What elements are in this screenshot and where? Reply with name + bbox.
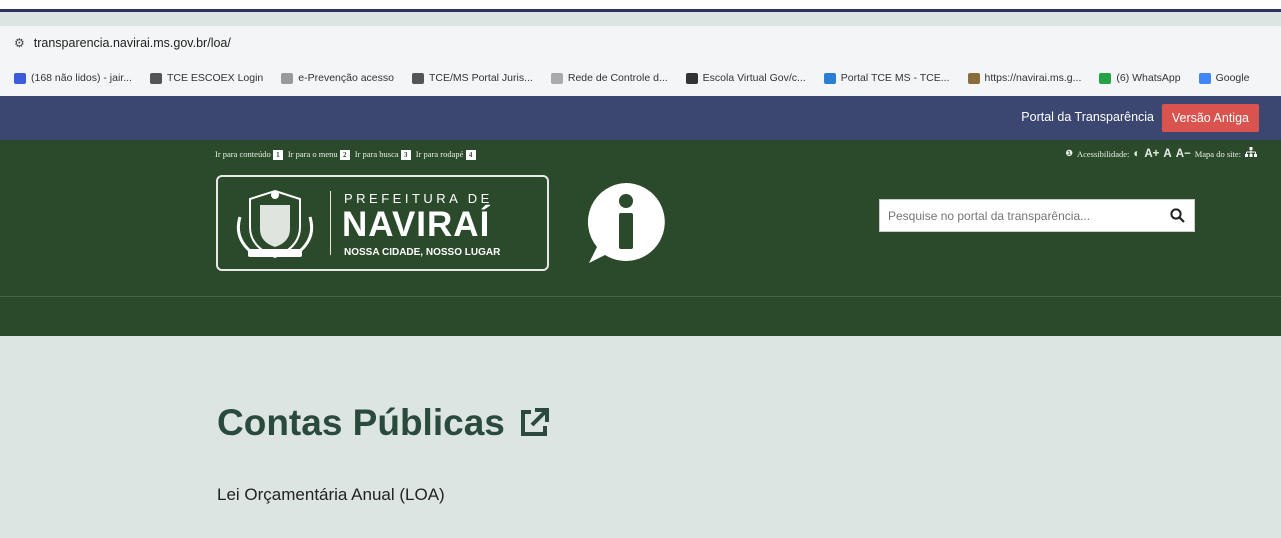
bookmark-item[interactable]: Google bbox=[1198, 72, 1250, 84]
bookmark-label: TCE/MS Portal Juris... bbox=[429, 72, 533, 84]
page-title-text: Contas Públicas bbox=[217, 402, 505, 443]
google-icon bbox=[1198, 72, 1211, 84]
bookmark-item[interactable]: (168 não lidos) - jair... bbox=[14, 72, 132, 84]
search-icon[interactable] bbox=[1160, 200, 1194, 231]
page-subtitle: Lei Orçamentária Anual (LOA) bbox=[217, 485, 445, 504]
bookmark-label: https://navirai.ms.g... bbox=[984, 72, 1082, 84]
logo-divider bbox=[330, 191, 331, 255]
mail-icon bbox=[14, 72, 26, 84]
tce-icon bbox=[149, 72, 162, 84]
skip-link-menu[interactable]: Ir para o menu 2 bbox=[288, 149, 352, 160]
sitemap-link[interactable]: Mapa do site: bbox=[1195, 149, 1241, 159]
contrast-toggle-icon[interactable]: ◐ bbox=[1133, 148, 1140, 160]
portal-title-link[interactable]: Portal da Transparência bbox=[1021, 110, 1154, 124]
accessibility-info-icon: ❶ bbox=[1065, 148, 1073, 158]
logo-city-name: NAVIRAÍ bbox=[342, 205, 491, 244]
navirai-logo[interactable]: PREFEITURA DE NAVIRAÍ NOSSA CIDADE, NOSS… bbox=[216, 175, 549, 271]
header-divider bbox=[0, 296, 1281, 297]
portal-search bbox=[879, 199, 1195, 232]
logo-top-text: PREFEITURA DE bbox=[344, 191, 493, 206]
bookmark-label: Google bbox=[1215, 72, 1250, 84]
ev-icon bbox=[685, 72, 698, 84]
information-icon bbox=[587, 183, 665, 263]
tce-portal-icon bbox=[823, 72, 836, 84]
url-text[interactable]: transparencia.navirai.ms.gov.br/loa/ bbox=[34, 36, 231, 50]
bookmark-item[interactable]: (6) WhatsApp bbox=[1099, 72, 1181, 84]
site-header: Ir para conteúdo 1 Ir para o menu 2 Ir p… bbox=[0, 140, 1281, 336]
bookmark-item[interactable]: https://navirai.ms.g... bbox=[967, 72, 1082, 84]
shield-icon bbox=[550, 72, 563, 84]
skip-link-content[interactable]: Ir para conteúdo 1 bbox=[215, 149, 285, 160]
bookmark-label: (168 não lidos) - jair... bbox=[31, 72, 132, 84]
search-input[interactable] bbox=[880, 200, 1160, 231]
external-link-icon[interactable] bbox=[517, 406, 551, 440]
bookmark-item[interactable]: Escola Virtual Gov/c... bbox=[685, 72, 806, 84]
bookmark-label: (6) WhatsApp bbox=[1116, 72, 1181, 84]
city-crest-icon bbox=[236, 189, 314, 259]
bookmark-label: Rede de Controle d... bbox=[567, 72, 668, 84]
bookmark-label: TCE ESCOEX Login bbox=[166, 72, 264, 84]
bookmark-label: Portal TCE MS - TCE... bbox=[840, 72, 950, 84]
bookmark-label: Escola Virtual Gov/c... bbox=[702, 72, 806, 84]
page-icon bbox=[281, 72, 294, 84]
globe-icon bbox=[412, 72, 424, 84]
skip-link-footer[interactable]: Ir para rodapé 4 bbox=[416, 149, 478, 160]
bookmark-item[interactable]: e-Prevenção acesso bbox=[281, 72, 394, 84]
bookmark-item[interactable]: TCE/MS Portal Juris... bbox=[412, 72, 533, 84]
old-version-button[interactable]: Versão Antiga bbox=[1161, 104, 1259, 132]
skip-links: Ir para conteúdo 1 Ir para o menu 2 Ir p… bbox=[215, 149, 478, 160]
browser-top-strip bbox=[0, 0, 1281, 12]
navirai-icon bbox=[967, 72, 980, 84]
accessibility-label: Acessibilidade: bbox=[1076, 148, 1130, 159]
portal-bar: Portal da Transparência Versão Antiga bbox=[0, 96, 1281, 140]
whatsapp-icon bbox=[1099, 72, 1112, 84]
site-settings-icon[interactable]: ⚙ bbox=[14, 36, 25, 50]
font-normal-button[interactable]: A bbox=[1163, 148, 1171, 160]
bookmarks-bar: (168 não lidos) - jair... TCE ESCOEX Logi… bbox=[0, 60, 1281, 96]
address-bar[interactable]: ⚙ transparencia.navirai.ms.gov.br/loa/ bbox=[0, 26, 1281, 60]
bookmark-label: e-Prevenção acesso bbox=[298, 72, 394, 84]
font-decrease-button[interactable]: A− bbox=[1176, 148, 1191, 160]
bookmark-item[interactable]: Portal TCE MS - TCE... bbox=[823, 72, 950, 84]
accessibility-bar: ❶ Acessibilidade: ◐ A+ A A− Mapa do site… bbox=[1065, 147, 1257, 160]
page-title: Contas Públicas bbox=[217, 402, 551, 444]
logo-slogan: NOSSA CIDADE, NOSSO LUGAR bbox=[344, 247, 501, 258]
bookmark-item[interactable]: Rede de Controle d... bbox=[550, 72, 668, 84]
skip-link-search[interactable]: Ir para busca 3 bbox=[355, 149, 413, 160]
bookmark-item[interactable]: TCE ESCOEX Login bbox=[149, 72, 264, 84]
sitemap-icon[interactable] bbox=[1245, 147, 1257, 160]
font-increase-button[interactable]: A+ bbox=[1144, 148, 1159, 160]
